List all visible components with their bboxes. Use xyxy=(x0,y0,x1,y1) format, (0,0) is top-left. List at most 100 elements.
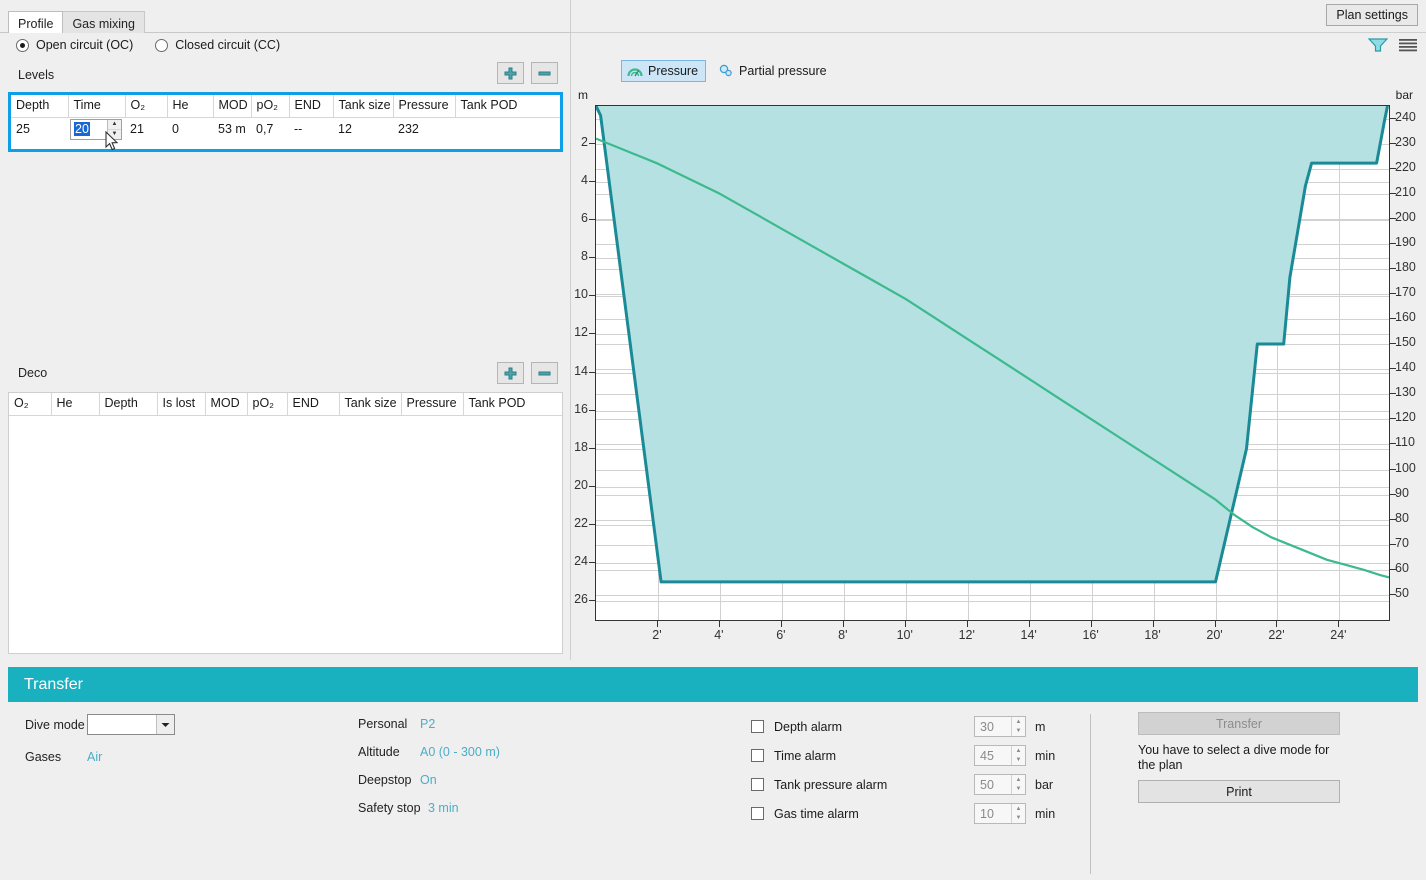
deco-col-mod[interactable]: MOD xyxy=(205,393,247,415)
time-alarm-checkbox[interactable] xyxy=(751,749,764,762)
deco-header-row: O₂ He Depth Is lost MOD pO₂ END Tank siz… xyxy=(9,393,562,415)
tab-partial-pressure[interactable]: Partial pressure xyxy=(712,60,835,82)
y2-axis-tick-label: 220 xyxy=(1395,160,1426,174)
gas-time-alarm-value: 10 xyxy=(975,804,1011,823)
levels-col-end[interactable]: END xyxy=(289,95,333,117)
plan-settings-button[interactable]: Plan settings xyxy=(1326,4,1418,26)
depth-alarm-label: Depth alarm xyxy=(774,720,974,734)
safety-stop-value[interactable]: 3 min xyxy=(428,801,459,815)
time-alarm-stepper[interactable]: 45 ▲ ▼ xyxy=(974,745,1026,766)
level-o2-cell[interactable]: 21 xyxy=(125,117,167,141)
time-alarm-down[interactable]: ▼ xyxy=(1012,756,1025,766)
deco-col-end[interactable]: END xyxy=(287,393,339,415)
levels-col-pressure[interactable]: Pressure xyxy=(393,95,455,117)
gas-time-alarm-down[interactable]: ▼ xyxy=(1012,814,1025,824)
deco-col-he[interactable]: He xyxy=(51,393,99,415)
y-axis-tick-label: 26 xyxy=(548,592,588,606)
tank-pressure-alarm-value: 50 xyxy=(975,775,1011,794)
tab-profile[interactable]: Profile xyxy=(8,11,63,33)
personal-value[interactable]: P2 xyxy=(420,717,435,731)
level-depth-cell[interactable]: 25 xyxy=(11,117,68,141)
level-tank-size-cell[interactable]: 12 xyxy=(333,117,393,141)
y2-axis-tick-mark xyxy=(1390,544,1396,545)
levels-col-depth[interactable]: Depth xyxy=(11,95,68,117)
depth-alarm-stepper[interactable]: 30 ▲ ▼ xyxy=(974,716,1026,737)
time-stepper-down[interactable]: ▼ xyxy=(108,130,121,139)
levels-col-tank-pod[interactable]: Tank POD xyxy=(455,95,560,117)
time-input-value: 20 xyxy=(74,122,90,136)
deco-col-o2[interactable]: O₂ xyxy=(9,393,51,415)
radio-open-circuit[interactable]: Open circuit (OC) xyxy=(16,38,133,52)
time-alarm-up[interactable]: ▲ xyxy=(1012,746,1025,756)
funnel-icon[interactable] xyxy=(1368,38,1388,52)
y2-axis-tick-label: 70 xyxy=(1395,536,1426,550)
transfer-section: Transfer Dive mode Gases Air xyxy=(0,662,1426,880)
depth-alarm-stepper-buttons: ▲ ▼ xyxy=(1011,717,1025,736)
dive-mode-row: Dive mode xyxy=(25,714,175,735)
levels-col-mod[interactable]: MOD xyxy=(213,95,251,117)
add-deco-button[interactable] xyxy=(497,362,524,384)
list-icon[interactable] xyxy=(1398,38,1418,52)
remove-level-button[interactable] xyxy=(531,62,558,84)
table-row[interactable]: 25 20 ▲ ▼ xyxy=(11,117,560,141)
deco-col-tank-size[interactable]: Tank size xyxy=(339,393,401,415)
level-tank-pod-cell[interactable] xyxy=(455,117,560,141)
gas-time-alarm-checkbox[interactable] xyxy=(751,807,764,820)
radio-closed-circuit[interactable]: Closed circuit (CC) xyxy=(155,38,280,52)
tank-pressure-alarm-label: Tank pressure alarm xyxy=(774,778,974,792)
deco-col-pressure[interactable]: Pressure xyxy=(401,393,463,415)
y2-axis-tick-label: 240 xyxy=(1395,110,1426,124)
y-axis-tick-label: 18 xyxy=(548,440,588,454)
y2-axis-tick-mark xyxy=(1390,594,1396,595)
levels-col-o2[interactable]: O₂ xyxy=(125,95,167,117)
deco-col-is-lost[interactable]: Is lost xyxy=(157,393,205,415)
time-stepper-up[interactable]: ▲ xyxy=(108,120,121,130)
y2-axis-tick-label: 230 xyxy=(1395,135,1426,149)
y2-axis-tick-label: 180 xyxy=(1395,260,1426,274)
level-he-cell[interactable]: 0 xyxy=(167,117,213,141)
level-pressure-cell[interactable]: 232 xyxy=(393,117,455,141)
x-axis-tick-label: 8' xyxy=(823,628,863,642)
depth-alarm-down[interactable]: ▼ xyxy=(1012,727,1025,737)
x-axis-tick-label: 2' xyxy=(637,628,677,642)
tank-pressure-alarm-up[interactable]: ▲ xyxy=(1012,775,1025,785)
tank-pressure-alarm-stepper[interactable]: 50 ▲ ▼ xyxy=(974,774,1026,795)
depth-alarm-up[interactable]: ▲ xyxy=(1012,717,1025,727)
tank-pressure-alarm-checkbox[interactable] xyxy=(751,778,764,791)
safety-stop-label: Safety stop xyxy=(358,801,428,815)
tab-pressure[interactable]: Pressure xyxy=(621,60,706,82)
x-axis-tick-mark xyxy=(967,621,968,627)
levels-col-he[interactable]: He xyxy=(167,95,213,117)
gases-value[interactable]: Air xyxy=(87,750,102,764)
tank-pressure-alarm-down[interactable]: ▼ xyxy=(1012,785,1025,795)
deco-col-po2[interactable]: pO₂ xyxy=(247,393,287,415)
levels-col-po2[interactable]: pO₂ xyxy=(251,95,289,117)
level-time-cell[interactable]: 20 ▲ ▼ xyxy=(68,117,125,141)
depth-alarm-checkbox[interactable] xyxy=(751,720,764,733)
x-axis-tick-label: 14' xyxy=(1009,628,1049,642)
levels-col-time[interactable]: Time xyxy=(68,95,125,117)
time-input[interactable]: 20 xyxy=(71,120,107,139)
tab-gas-mixing[interactable]: Gas mixing xyxy=(62,11,145,33)
dive-mode-select[interactable] xyxy=(87,714,175,735)
time-stepper[interactable]: 20 ▲ ▼ xyxy=(70,119,122,140)
y2-axis-tick-label: 120 xyxy=(1395,410,1426,424)
print-button[interactable]: Print xyxy=(1138,780,1340,803)
add-level-button[interactable] xyxy=(497,62,524,84)
y2-axis-tick-label: 90 xyxy=(1395,486,1426,500)
y2-axis-tick-mark xyxy=(1390,168,1396,169)
y2-axis-tick-mark xyxy=(1390,469,1396,470)
deco-col-depth[interactable]: Depth xyxy=(99,393,157,415)
gas-time-alarm-up[interactable]: ▲ xyxy=(1012,804,1025,814)
levels-title: Levels xyxy=(18,68,54,82)
tank-pressure-alarm-row: Tank pressure alarm 50 ▲ ▼ bar xyxy=(751,774,1069,795)
deepstop-value[interactable]: On xyxy=(420,773,437,787)
gas-time-alarm-stepper[interactable]: 10 ▲ ▼ xyxy=(974,803,1026,824)
levels-col-tank-size[interactable]: Tank size xyxy=(333,95,393,117)
y-axis-tick-label: 8 xyxy=(548,249,588,263)
transfer-button[interactable]: Transfer xyxy=(1138,712,1340,735)
altitude-value[interactable]: A0 (0 - 300 m) xyxy=(420,745,500,759)
level-mod-cell: 53 m xyxy=(213,117,251,141)
plot-area[interactable] xyxy=(595,105,1390,621)
y-axis-tick-label: 2 xyxy=(548,135,588,149)
